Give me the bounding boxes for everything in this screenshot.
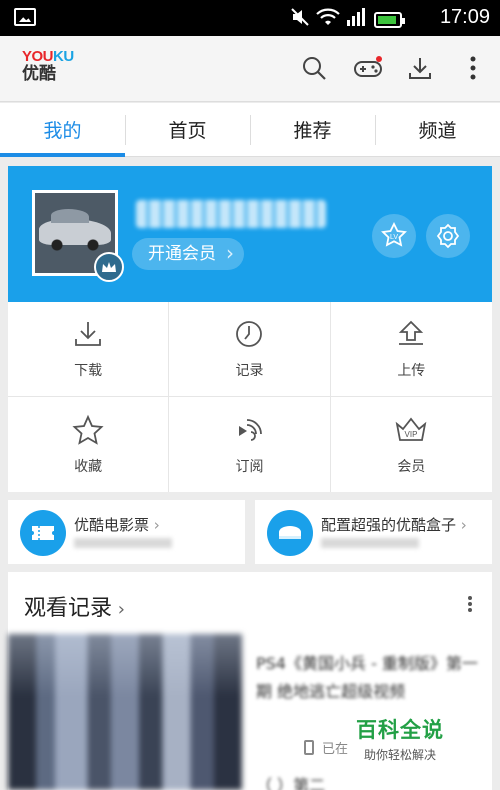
status-icons bbox=[290, 7, 405, 33]
car-image bbox=[39, 209, 111, 251]
more-vertical-icon[interactable] bbox=[455, 50, 491, 86]
grid-label: 记录 bbox=[235, 363, 264, 379]
profile-card: 开通会员 LV bbox=[8, 166, 492, 302]
svg-text:LV: LV bbox=[390, 234, 398, 241]
grid-item-download[interactable]: 下载 bbox=[8, 302, 170, 397]
open-vip-button[interactable]: 开通会员 bbox=[132, 237, 244, 270]
watermark: 百科全说 助你轻松解决 bbox=[356, 714, 444, 763]
download-icon bbox=[75, 322, 102, 346]
logo-cn-text: 优酷 bbox=[22, 64, 56, 84]
username-blurred bbox=[136, 200, 326, 228]
watermark-subtitle: 助你轻松解决 bbox=[363, 748, 436, 762]
grid-label: 下载 bbox=[74, 363, 103, 379]
tab-home[interactable]: 首页 bbox=[125, 103, 250, 156]
game-controller-icon[interactable] bbox=[350, 50, 386, 86]
top-tabs: 我的 首页 推荐 频道 bbox=[0, 103, 500, 157]
wifi-icon bbox=[316, 7, 340, 33]
app-header: YOUKU 优酷 bbox=[0, 36, 500, 102]
settings-gear-icon[interactable] bbox=[426, 214, 470, 258]
vip-crown-icon: VIP bbox=[395, 417, 427, 441]
grid-item-subscriptions[interactable]: 订阅 bbox=[169, 397, 331, 492]
function-grid: 下载 记录 上传 收藏 订阅 VIP 会员 bbox=[8, 302, 492, 492]
mute-icon bbox=[290, 7, 310, 33]
promo-tv-box[interactable]: 配置超强的优酷盒子 bbox=[255, 500, 492, 564]
promo-title: 优酷电影票 bbox=[74, 514, 160, 535]
upload-icon bbox=[399, 320, 424, 345]
search-icon[interactable] bbox=[296, 50, 332, 86]
crown-icon bbox=[94, 252, 124, 282]
watched-on-text: 已在 bbox=[322, 742, 349, 757]
grid-item-history[interactable]: 记录 bbox=[169, 302, 331, 397]
promo-subtitle-blurred bbox=[74, 538, 172, 548]
video-title-blurred-2[interactable]: （ ）第二 bbox=[256, 772, 480, 790]
grid-item-upload[interactable]: 上传 bbox=[330, 302, 492, 397]
grid-label: 订阅 bbox=[235, 458, 264, 475]
grid-item-vip[interactable]: VIP 会员 bbox=[331, 397, 492, 492]
tab-recommend[interactable]: 推荐 bbox=[250, 103, 375, 156]
clock-time: 17:09 bbox=[439, 6, 490, 28]
tab-mine[interactable]: 我的 bbox=[0, 103, 125, 157]
promo-movie-tickets[interactable]: 优酷电影票 bbox=[8, 500, 245, 564]
video-title-blurred[interactable]: PS4《黄国小兵 - 重制版》第一期 绝地逃亡超级视频 bbox=[256, 650, 480, 706]
video-thumbnail[interactable] bbox=[8, 634, 242, 790]
svg-text:VIP: VIP bbox=[405, 430, 418, 439]
watch-history-heading[interactable]: 观看记录 bbox=[24, 590, 125, 622]
battery-icon bbox=[374, 12, 405, 28]
status-bar: 17:09 bbox=[0, 0, 500, 36]
level-badge-icon[interactable]: LV bbox=[372, 214, 416, 258]
more-options-icon[interactable] bbox=[468, 596, 472, 612]
rss-icon bbox=[239, 418, 263, 441]
tv-box-icon bbox=[267, 510, 313, 556]
watermark-title: 百科全说 bbox=[356, 718, 444, 742]
youku-logo: YOUKU 优酷 bbox=[22, 48, 74, 84]
grid-label: 收藏 bbox=[74, 458, 103, 475]
ticket-icon bbox=[20, 510, 66, 556]
promo-title: 配置超强的优酷盒子 bbox=[321, 514, 467, 535]
clock-icon bbox=[236, 321, 263, 347]
tab-channels[interactable]: 频道 bbox=[375, 103, 500, 156]
video-device-meta: 已在 bbox=[304, 738, 348, 757]
signal-icon bbox=[346, 8, 368, 32]
grid-item-favorites[interactable]: 收藏 bbox=[8, 397, 170, 492]
phone-icon bbox=[304, 740, 314, 755]
image-icon bbox=[14, 8, 36, 26]
grid-label: 上传 bbox=[397, 363, 426, 379]
promo-subtitle-blurred bbox=[321, 538, 419, 548]
download-icon[interactable] bbox=[402, 50, 438, 86]
star-icon bbox=[72, 414, 104, 445]
grid-label: 会员 bbox=[397, 458, 426, 475]
